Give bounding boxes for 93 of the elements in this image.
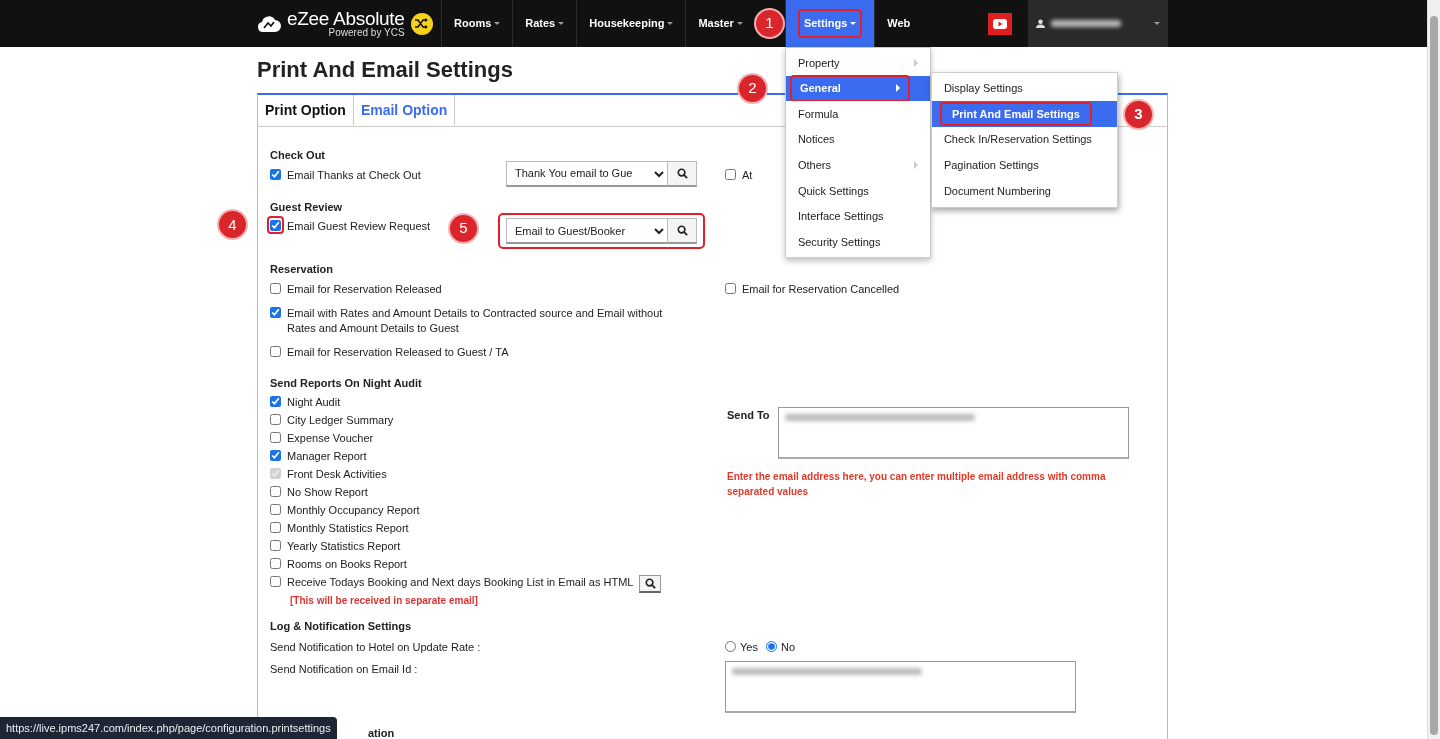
menu-item[interactable]: Interface Settings: [785, 203, 930, 230]
checkbox-label: At: [742, 167, 753, 183]
template-select[interactable]: Thank You email to Gue: [506, 160, 668, 187]
checkbox[interactable]: [270, 396, 281, 407]
section-heading: Guest Review: [270, 199, 344, 215]
checkbox[interactable]: [270, 306, 281, 318]
radio-button[interactable]: [765, 641, 777, 653]
radio-button[interactable]: [725, 641, 736, 653]
checkbox-label: City Ledger Summary: [287, 413, 394, 428]
menu-item[interactable]: Formula: [785, 101, 930, 127]
scrollbar[interactable]: [1427, 0, 1440, 739]
checkbox[interactable]: [270, 282, 281, 294]
search-icon: [644, 578, 656, 589]
template-select[interactable]: Email to Guest/Booker: [506, 218, 668, 244]
menu-item[interactable]: Check In/Reservation Settings: [931, 126, 1117, 153]
checkbox-label: Email Guest Review Request: [287, 219, 431, 234]
checkbox-label: Receive Todays Booking and Next days Booking List in Email as HTML: [287, 575, 634, 590]
checkbox[interactable]: [270, 450, 281, 461]
checkbox-label: Rooms on Books Report: [287, 557, 407, 572]
checkbox[interactable]: [270, 432, 281, 443]
brand-name: eZee Absolute: [287, 9, 405, 28]
field-label: Send Notification on Email Id :: [270, 662, 419, 677]
section-heading: Send Reports On Night Audit: [270, 375, 423, 391]
checkbox[interactable]: [270, 522, 281, 533]
nav-menu-item[interactable]: Housekeeping: [576, 0, 686, 47]
checkbox[interactable]: [270, 540, 281, 551]
checkbox-label: Email with Rates and Amount Details to Contracted source and Email without Rates and Amount Details to Guest: [287, 305, 664, 336]
checkbox[interactable]: [270, 504, 281, 515]
field-label: Send Notification to Hotel on Update Rate :: [270, 639, 482, 655]
checkbox-label: Email Thanks at Check Out: [287, 167, 421, 183]
checkbox[interactable]: [270, 558, 281, 569]
checkbox-label: Monthly Statistics Report: [287, 521, 409, 536]
checkbox[interactable]: [270, 414, 281, 425]
hint-text: Enter the email address here, you can enter multiple email address with comma separated values: [727, 470, 1107, 499]
nav-menu-item[interactable]: Master: [685, 0, 755, 47]
cloud-logo-icon: [257, 14, 281, 33]
checkbox[interactable]: [270, 345, 281, 357]
menu-item[interactable]: Others: [785, 152, 930, 178]
section-heading: ation: [368, 726, 396, 739]
checkbox-label: Email for Reservation Cancelled: [742, 281, 900, 297]
checkbox[interactable]: [270, 220, 281, 231]
step-marker: 2: [738, 74, 766, 102]
section-heading: Check Out: [270, 148, 326, 163]
checkbox[interactable]: [725, 282, 736, 294]
email-textarea[interactable]: [777, 407, 1129, 459]
checkbox-label: Night Audit: [287, 395, 341, 410]
menu-item[interactable]: Notices: [785, 126, 930, 153]
status-url-tooltip: https://live.ipms247.com/index.php/page/configuration.printsettings: [0, 716, 337, 739]
radio-label: No: [780, 639, 795, 655]
checkbox-label: Front Desk Activities: [287, 467, 387, 482]
search-button[interactable]: [668, 160, 697, 187]
nav-menu-item[interactable]: Web: [874, 0, 923, 47]
checkbox-label: Expense Voucher: [287, 431, 374, 446]
user-icon: [1036, 19, 1045, 28]
search-icon: [676, 167, 688, 179]
step-marker: 4: [219, 211, 246, 238]
checkbox-label: Yearly Statistics Report: [287, 539, 401, 554]
checkbox[interactable]: [270, 168, 281, 180]
checkbox-label: No Show Report: [287, 485, 368, 500]
search-button[interactable]: [668, 218, 697, 244]
menu-item[interactable]: Pagination Settings: [931, 152, 1117, 178]
step-marker: 1: [756, 10, 783, 37]
menu-item[interactable]: General: [785, 75, 930, 102]
checkbox[interactable]: [725, 168, 736, 180]
checkbox[interactable]: [270, 576, 281, 587]
nav-menu-item[interactable]: Rooms: [441, 0, 513, 47]
brand-tagline: Powered by YCS: [327, 28, 405, 38]
checkbox-label: Manager Report: [287, 449, 367, 464]
nav-menu-item[interactable]: Rates: [512, 0, 577, 47]
shuffle-icon[interactable]: [410, 12, 433, 35]
section-heading: Reservation: [270, 262, 334, 277]
checkbox-label: Monthly Occupancy Report: [287, 503, 420, 518]
menu-item[interactable]: Property: [785, 50, 930, 76]
caret-icon: [1154, 22, 1160, 25]
video-play-icon[interactable]: [988, 12, 1012, 35]
search-icon: [676, 225, 688, 236]
menu-item[interactable]: Security Settings: [785, 229, 930, 255]
section-heading: Log & Notification Settings: [270, 619, 413, 634]
note-text: [This will be received in separate email]: [290, 594, 479, 608]
email-textarea[interactable]: [725, 661, 1076, 713]
menu-item[interactable]: Quick Settings: [785, 177, 930, 204]
page-title: Print And Email Settings: [257, 57, 513, 83]
menu-item[interactable]: Document Numbering: [931, 177, 1117, 204]
search-button[interactable]: [639, 575, 662, 593]
field-label: Send To: [727, 408, 770, 423]
step-marker: 5: [450, 215, 477, 242]
step-marker: 3: [1124, 101, 1152, 129]
menu-item[interactable]: Display Settings: [931, 75, 1117, 102]
checkbox-label: Email for Reservation Released: [287, 281, 442, 297]
checkbox-label: Email for Reservation Released to Guest / TA: [287, 344, 509, 360]
checkbox[interactable]: [270, 486, 281, 497]
nav-menu-item[interactable]: Settings: [784, 0, 875, 47]
radio-label: Yes: [740, 639, 758, 655]
